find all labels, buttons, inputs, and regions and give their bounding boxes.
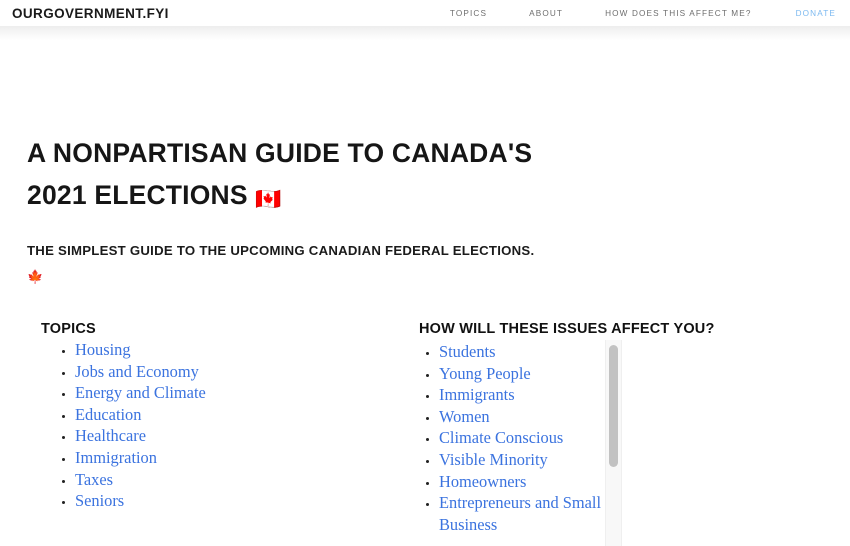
list-item: Healthcare	[75, 426, 419, 448]
audience-link-6[interactable]: Homeowners	[439, 472, 526, 491]
site-brand[interactable]: OURGOVERNMENT.FYI	[12, 6, 169, 21]
topics-heading: TOPICS	[41, 321, 96, 337]
audience-link-3[interactable]: Women	[439, 407, 490, 426]
audiences-section: HOW WILL THESE ISSUES AFFECT YOU? Studen…	[419, 321, 749, 546]
audiences-scrollbar-thumb[interactable]	[609, 345, 618, 467]
topics-list: Housing Jobs and Economy Energy and Climat…	[41, 340, 419, 513]
audience-link-1[interactable]: Young People	[439, 364, 531, 383]
audiences-scroll-content: Students Young People Immigrants Women Clima…	[419, 342, 605, 536]
page-title-line-1: A NONPARTISAN GUIDE TO CANADA'S	[27, 138, 533, 168]
main-content: A NONPARTISAN GUIDE TO CANADA'S 2021 ELE…	[0, 132, 850, 546]
audience-link-0[interactable]: Students	[439, 342, 495, 361]
topic-link-2[interactable]: Energy and Climate	[75, 383, 206, 402]
list-item: Students	[439, 342, 605, 364]
list-item: Education	[75, 405, 419, 427]
topic-link-5[interactable]: Immigration	[75, 448, 157, 467]
list-item: Immigrants	[439, 385, 605, 407]
audience-link-7[interactable]: Entrepreneurs and Small Business	[439, 493, 601, 534]
topics-section: TOPICS Housing Jobs and Economy Energy and…	[27, 321, 419, 546]
page-subtitle: THE SIMPLEST GUIDE TO THE UPCOMING CANAD…	[27, 238, 537, 290]
list-item: Climate Conscious	[439, 428, 605, 450]
nav-link-topics[interactable]: TOPICS	[450, 7, 487, 20]
content-columns: TOPICS Housing Jobs and Economy Energy and…	[27, 321, 850, 546]
list-item: Energy and Climate	[75, 383, 419, 405]
maple-leaf-emoji: 🍁	[27, 270, 44, 285]
primary-navigation: TOPICS ABOUT HOW DOES THIS AFFECT ME? DONAT…	[450, 7, 836, 20]
list-item: Seniors	[75, 491, 419, 513]
nav-link-donate[interactable]: DONATE	[796, 7, 836, 20]
list-item: Jobs and Economy	[75, 362, 419, 384]
list-item: Taxes	[75, 470, 419, 492]
list-item: Women	[439, 407, 605, 429]
audience-link-5[interactable]: Visible Minority	[439, 450, 548, 469]
list-item: Visible Minority	[439, 450, 605, 472]
topic-link-1[interactable]: Jobs and Economy	[75, 362, 199, 381]
nav-link-about[interactable]: ABOUT	[529, 7, 563, 20]
list-item: Young People	[439, 364, 605, 386]
audiences-scrollbar[interactable]	[605, 340, 622, 546]
list-item: Immigration	[75, 448, 419, 470]
audience-link-4[interactable]: Climate Conscious	[439, 428, 563, 447]
audiences-list: Students Young People Immigrants Women Clima…	[419, 342, 605, 536]
topic-link-7[interactable]: Seniors	[75, 491, 124, 510]
page-title-line-2: 2021 ELECTIONS	[27, 180, 248, 210]
audience-link-2[interactable]: Immigrants	[439, 385, 515, 404]
list-item: Housing	[75, 340, 419, 362]
topic-link-3[interactable]: Education	[75, 405, 141, 424]
page-subtitle-text: THE SIMPLEST GUIDE TO THE UPCOMING CANAD…	[27, 243, 535, 258]
list-item: Entrepreneurs and Small Business	[439, 493, 605, 536]
canada-flag-emoji: 🇨🇦	[255, 187, 282, 211]
topic-link-0[interactable]: Housing	[75, 340, 131, 359]
page-title: A NONPARTISAN GUIDE TO CANADA'S 2021 ELE…	[27, 132, 587, 220]
topic-link-4[interactable]: Healthcare	[75, 426, 146, 445]
nav-link-how-does-this-affect-me[interactable]: HOW DOES THIS AFFECT ME?	[605, 7, 752, 20]
site-header: OURGOVERNMENT.FYI TOPICS ABOUT HOW DOES TH…	[0, 0, 850, 40]
list-item: Homeowners	[439, 472, 605, 494]
topic-link-6[interactable]: Taxes	[75, 470, 113, 489]
audiences-heading: HOW WILL THESE ISSUES AFFECT YOU?	[419, 321, 715, 337]
audiences-scroll-area: Students Young People Immigrants Women Clima…	[419, 340, 749, 546]
